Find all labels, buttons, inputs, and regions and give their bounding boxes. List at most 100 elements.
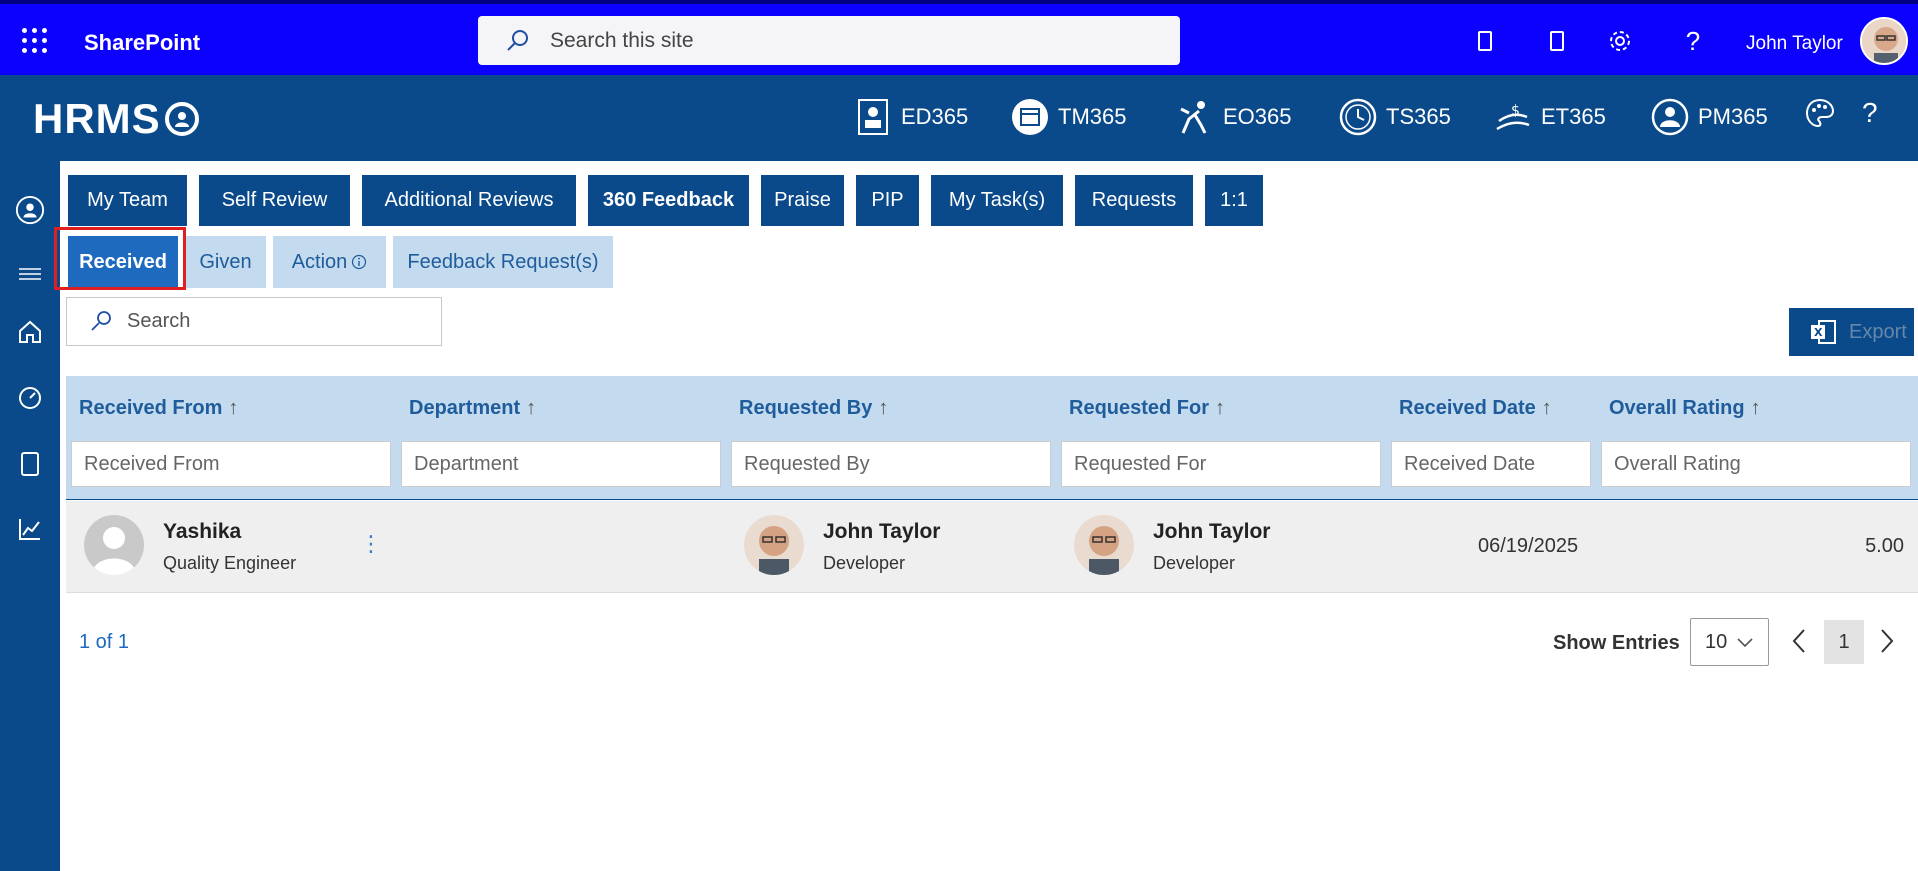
subtab-action[interactable]: Action [273,236,386,288]
filter-requested-for[interactable]: Requested For [1061,441,1381,487]
settings-gear-icon[interactable] [1605,26,1635,56]
app-ed365[interactable]: ED365 [853,97,968,137]
app-ts365-label: TS365 [1386,104,1451,129]
page-number-button[interactable]: 1 [1824,620,1864,664]
performance-icon [1650,97,1690,137]
col-department[interactable]: Department ↑ [409,397,536,420]
entries-select[interactable]: 10 [1690,618,1769,666]
theme-palette-icon[interactable] [1804,97,1836,129]
col-received-date-label: Received Date [1399,397,1536,419]
svg-text:$: $ [1511,103,1520,119]
left-nav [0,161,60,871]
device-icon[interactable] [1470,26,1500,56]
subtab-given[interactable]: Given [185,236,266,288]
requested-for-avatar [1074,515,1134,575]
app-eo365[interactable]: EO365 [1175,97,1292,137]
received-from-title: Quality Engineer [163,553,297,573]
site-search-input[interactable]: Search this site [478,16,1180,65]
sort-arrow-icon: ↑ [1541,397,1552,419]
sort-arrow-icon: ↑ [228,397,239,419]
app-ts365[interactable]: TS365 [1338,97,1451,137]
hrms-help-icon[interactable]: ? [1862,97,1878,129]
person-circle-icon [164,102,199,136]
app-et365-label: ET365 [1541,104,1606,129]
excel-icon: X [1811,320,1836,344]
overall-rating-cell: 5.00 [1865,535,1904,557]
filter-department[interactable]: Department [401,441,721,487]
col-requested-for[interactable]: Requested For ↑ [1069,397,1225,420]
calendar-icon [1010,97,1050,137]
app-tm365[interactable]: TM365 [1010,97,1126,137]
app-pm365-label: PM365 [1698,104,1768,129]
tab-pip[interactable]: PIP [856,175,919,226]
entries-value: 10 [1705,630,1728,653]
hrms-header: HRMS ED365 TM365 EO365 TS365 $ ET365 PM3… [0,75,1918,161]
col-requested-by-label: Requested By [739,397,873,419]
requested-for-name: John Taylor [1153,520,1271,543]
suite-bar: SharePoint Search this site ? John Taylo… [0,0,1918,75]
tab-requests[interactable]: Requests [1075,175,1193,226]
col-received-from-label: Received From [79,397,223,419]
previous-page-icon[interactable] [1790,626,1810,661]
profile-circle-icon[interactable] [15,195,45,225]
filter-requested-by[interactable]: Requested By [731,441,1051,487]
tab-my-team[interactable]: My Team [68,175,187,226]
subtab-action-label: Action [291,250,348,273]
filter-received-from[interactable]: Received From [71,441,391,487]
subtab-feedback-requests[interactable]: Feedback Request(s) [393,236,613,288]
requested-by-title: Developer [823,553,906,573]
notes-icon[interactable] [1542,26,1572,56]
more-options-icon[interactable]: ⋮ [360,531,382,557]
sort-arrow-icon: ↑ [526,397,537,419]
app-eo365-label: EO365 [1223,104,1292,129]
tab-one-on-one[interactable]: 1:1 [1205,175,1263,226]
col-requested-by[interactable]: Requested By ↑ [739,397,888,420]
hrms-logo[interactable]: HRMS [33,95,199,143]
tab-360-feedback[interactable]: 360 Feedback [588,175,749,226]
user-name[interactable]: John Taylor [1746,33,1843,55]
chart-icon[interactable] [15,514,45,544]
app-tm365-label: TM365 [1058,104,1127,129]
col-received-from[interactable]: Received From ↑ [79,397,238,420]
filter-overall-rating[interactable]: Overall Rating [1601,441,1911,487]
grid-search-input[interactable]: Search [66,297,442,346]
help-icon[interactable]: ? [1678,26,1708,56]
tab-my-tasks[interactable]: My Task(s) [931,175,1063,226]
tab-praise[interactable]: Praise [761,175,844,226]
search-icon [91,310,111,331]
received-from-name: Yashika [163,520,242,543]
table-row[interactable]: Yashika Quality Engineer ⋮ John Taylor D… [66,501,1918,593]
requested-by-avatar [744,515,804,575]
export-button[interactable]: X Export [1789,308,1914,356]
app-launcher-icon[interactable] [22,28,48,54]
received-date-cell: 06/19/2025 [1478,535,1579,557]
onboarding-icon [1175,97,1215,137]
home-icon[interactable] [15,317,45,347]
user-avatar[interactable] [1860,17,1908,65]
grid-header: Received From ↑ Department ↑ Requested By ↑… [66,376,1918,500]
grid-search-placeholder: Search [127,310,191,332]
dashboard-gauge-icon[interactable] [15,383,45,413]
tab-additional-reviews[interactable]: Additional Reviews [362,175,576,226]
next-page-icon[interactable] [1876,626,1896,661]
col-received-date[interactable]: Received Date ↑ [1399,397,1552,420]
col-overall-rating[interactable]: Overall Rating ↑ [1609,397,1761,420]
document-icon[interactable] [15,449,45,479]
requested-for-title: Developer [1153,553,1236,573]
info-icon [352,254,367,270]
col-department-label: Department [409,397,521,419]
app-pm365[interactable]: PM365 [1650,97,1768,137]
app-et365[interactable]: $ ET365 [1493,97,1606,137]
search-icon [507,29,528,51]
filter-received-date[interactable]: Received Date [1391,441,1591,487]
default-avatar-icon [84,515,144,575]
sharepoint-title[interactable]: SharePoint [84,30,200,56]
app-ed365-label: ED365 [901,104,969,129]
export-label: Export [1849,320,1907,343]
menu-icon[interactable] [15,259,45,289]
svg-text:X: X [1814,326,1823,339]
col-overall-rating-label: Overall Rating [1609,397,1745,419]
tab-self-review[interactable]: Self Review [199,175,350,226]
directory-icon [853,97,893,137]
sort-arrow-icon: ↑ [1215,397,1226,419]
